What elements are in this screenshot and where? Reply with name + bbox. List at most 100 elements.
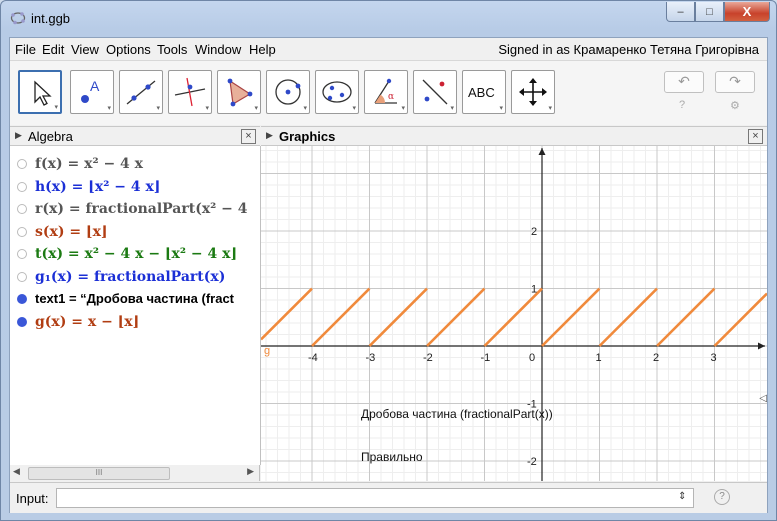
menu-window[interactable]: Window — [195, 42, 241, 57]
x-tick-label: -4 — [308, 352, 318, 364]
input-bar: Input: ⇕ ? — [10, 482, 767, 513]
input-help-icon[interactable]: ? — [714, 489, 730, 505]
undo-button[interactable]: ↶ — [664, 71, 704, 93]
graphics-canvas[interactable]: -4 -3 -2 -1 0 1 2 321-1-2gДробова частина (frac… — [261, 146, 767, 481]
visibility-toggle-icon[interactable] — [17, 181, 27, 192]
menu-file[interactable]: File — [15, 42, 36, 57]
line-tool-button[interactable]: ▾ — [119, 70, 163, 114]
algebra-expression: t(x) = x² − 4 x − ⌊x² − 4 x⌋ — [35, 246, 238, 262]
redo-button[interactable]: ↷ — [715, 71, 755, 93]
visibility-toggle-icon[interactable] — [17, 226, 27, 237]
input-field[interactable] — [56, 488, 694, 508]
algebra-title: Algebra — [28, 129, 73, 144]
algebra-expression: text1 = “Дробова частина (fract — [35, 291, 235, 306]
collapse-arrow-icon[interactable]: ▶ — [15, 130, 22, 141]
algebra-item[interactable]: f(x) = x² − 4 x — [10, 154, 260, 176]
text-icon: ABC — [468, 85, 495, 100]
polygon-tool-button[interactable]: ▾ — [217, 70, 261, 114]
circle-icon — [275, 79, 301, 105]
svg-text:α: α — [388, 92, 394, 102]
visibility-toggle-icon[interactable] — [17, 159, 27, 169]
circle-tool-button[interactable]: ▾ — [266, 70, 310, 114]
input-history-arrows-icon[interactable]: ⇕ — [678, 491, 686, 502]
visibility-toggle-icon[interactable] — [17, 294, 27, 304]
collapse-arrow-icon[interactable]: ▶ — [266, 130, 273, 141]
perpendicular-tool-button[interactable]: ▾ — [168, 70, 212, 114]
menu-help[interactable]: Help — [249, 42, 276, 57]
ellipse-icon — [322, 81, 352, 103]
signed-in-status[interactable]: Signed in as Крамаренко Тетяна Григорівн… — [498, 42, 759, 57]
conic-tool-button[interactable]: ▾ — [315, 70, 359, 114]
title-bar[interactable]: int.ggb – □ X — [1, 1, 776, 37]
algebra-item[interactable]: h(x) = ⌊x² − 4 x⌋ — [10, 177, 260, 199]
curve-segment — [656, 287, 716, 347]
curve-segment — [261, 287, 313, 341]
help-icon[interactable]: ? — [679, 99, 685, 111]
close-algebra-icon[interactable]: × — [241, 129, 256, 144]
algebra-item[interactable]: g₁(x) = fractionalPart(x) — [10, 267, 260, 289]
algebra-item[interactable]: s(x) = ⌊x⌋ — [10, 222, 260, 244]
visibility-toggle-icon[interactable] — [17, 316, 27, 327]
curve-segment — [598, 287, 658, 347]
point-icon: A — [81, 78, 100, 103]
x-tick-label: -2 — [423, 352, 433, 364]
line-icon — [126, 80, 156, 105]
x-axis-arrow — [758, 342, 765, 350]
scroll-right-icon[interactable]: ▶ — [247, 466, 254, 477]
curve-segment — [311, 287, 371, 347]
graphics-text2: Правильно — [361, 450, 423, 464]
maximize-button[interactable]: □ — [695, 2, 724, 22]
y-axis-arrow — [538, 148, 546, 155]
close-button[interactable]: X — [724, 2, 770, 22]
close-graphics-icon[interactable]: × — [748, 129, 763, 144]
side-panel-arrow-icon[interactable]: ◁ — [759, 393, 767, 404]
input-label: Input: — [16, 491, 49, 506]
x-tick-label: 2 — [653, 352, 659, 364]
scroll-left-icon[interactable]: ◀ — [13, 466, 20, 477]
window-title: int.ggb — [31, 11, 71, 26]
graphics-title: Graphics — [279, 129, 336, 144]
menu-tools[interactable]: Tools — [157, 42, 187, 57]
text-tool-button[interactable]: ABC ▾ — [462, 70, 506, 114]
menu-edit[interactable]: Edit — [42, 42, 64, 57]
curve-label: g — [264, 345, 270, 357]
polygon-icon — [227, 78, 253, 107]
angle-icon: α — [374, 78, 397, 104]
curve-segment — [426, 287, 486, 347]
visibility-toggle-icon[interactable] — [17, 271, 27, 282]
minimize-button[interactable]: – — [666, 2, 695, 22]
app-window: int.ggb – □ X File Edit View Options Too… — [0, 0, 777, 521]
x-tick-label: 1 — [596, 352, 602, 364]
visibility-toggle-icon[interactable] — [17, 249, 27, 259]
move-arrows-icon — [519, 78, 547, 106]
toolbar: ▾ A ▾ ▾ ▾ ▾ ▾ ▾ α ▾ ▾ ABC ▾ ▾ ↶ ↷ ? ⚙ — [10, 61, 767, 125]
algebra-horizontal-scrollbar[interactable]: ◀ III ▶ — [10, 465, 260, 481]
curve-segment — [541, 287, 601, 347]
algebra-header: ▶ Algebra × — [10, 126, 260, 146]
perpendicular-line-icon — [174, 77, 206, 107]
graphics-view[interactable]: -4 -3 -2 -1 0 1 2 3 2 1 -1 -2 g Дробова частина (frac… — [261, 146, 767, 481]
pointer-icon — [34, 80, 52, 106]
menu-view[interactable]: View — [71, 42, 99, 57]
settings-icon[interactable]: ⚙ — [730, 99, 740, 112]
algebra-expression: g(x) = x − ⌊x⌋ — [35, 313, 140, 330]
scroll-thumb[interactable]: III — [28, 467, 170, 480]
algebra-item[interactable]: text1 = “Дробова частина (fract — [10, 289, 260, 311]
menu-options[interactable]: Options — [106, 42, 151, 57]
move-tool-button[interactable]: ▾ — [18, 70, 62, 114]
visibility-toggle-icon[interactable] — [17, 204, 27, 214]
algebra-item[interactable]: g(x) = x − ⌊x⌋ — [10, 312, 260, 334]
algebra-expression: r(x) = fractionalPart(x² − 4 — [35, 201, 248, 217]
svg-text:ABC: ABC — [468, 85, 495, 100]
algebra-item[interactable]: t(x) = x² − 4 x − ⌊x² − 4 x⌋ — [10, 244, 260, 266]
svg-text:A: A — [90, 78, 100, 94]
algebra-expression: s(x) = ⌊x⌋ — [35, 223, 108, 240]
curve-segment — [368, 287, 428, 347]
reflect-tool-button[interactable]: ▾ — [413, 70, 457, 114]
move-view-tool-button[interactable]: ▾ — [511, 70, 555, 114]
point-tool-button[interactable]: A ▾ — [70, 70, 114, 114]
graphics-text1: Дробова частина (fractionalPart(x)) — [361, 407, 553, 421]
angle-tool-button[interactable]: α ▾ — [364, 70, 408, 114]
y-tick-label: 2 — [531, 226, 537, 238]
algebra-item[interactable]: r(x) = fractionalPart(x² − 4 — [10, 199, 260, 221]
